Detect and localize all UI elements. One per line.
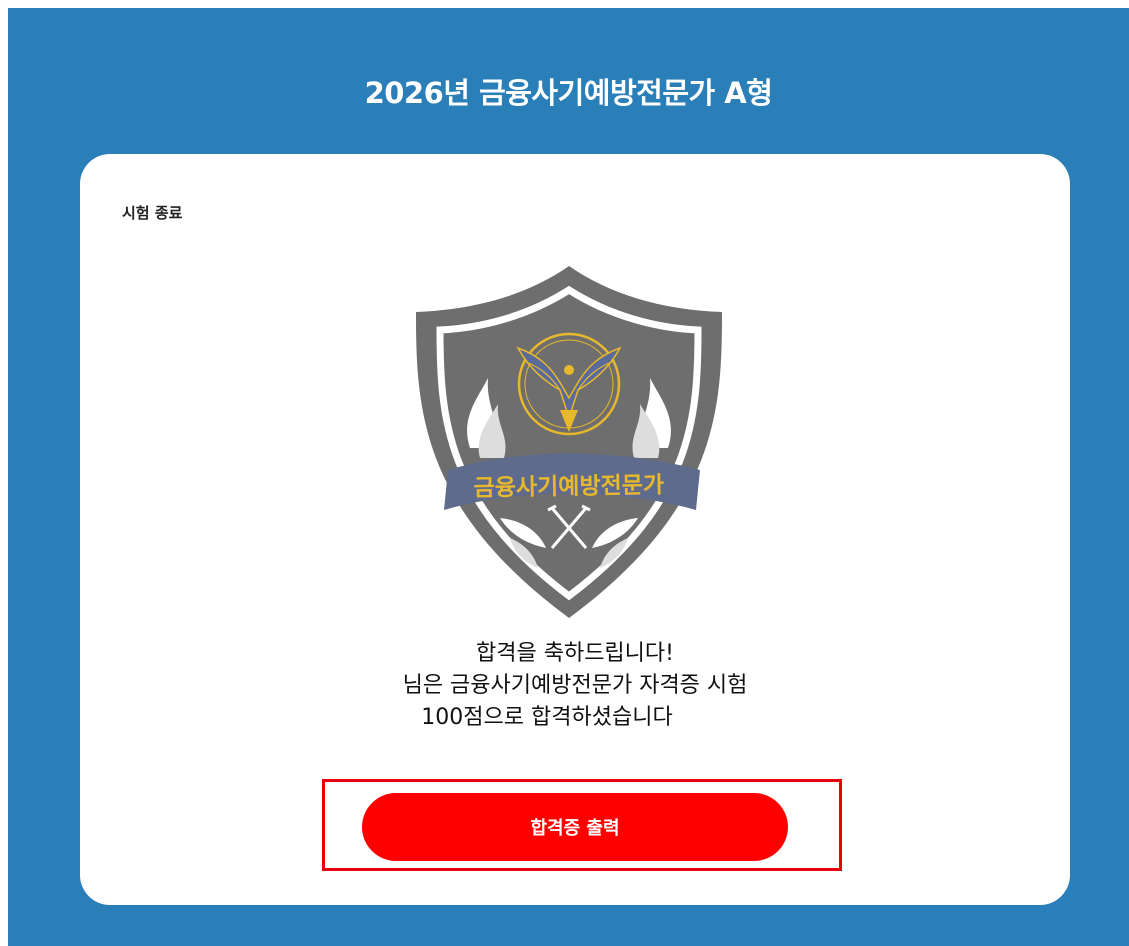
congrats-score-line: 100점으로 합격하셨습니다 (421, 705, 673, 730)
print-certificate-button[interactable]: 합격증 출력 (362, 793, 788, 861)
certificate-emblem: 금융사기예방전문가 (416, 266, 722, 618)
page-background: 2026년 금융사기예방전문가 A형 시험 종료 금융사기예방전문가 합격을 축… (8, 8, 1129, 946)
congrats-detail-line: 님은 금융사기예방전문가 자격증 시험 (402, 673, 748, 698)
emblem-banner-text: 금융사기예방전문가 (473, 472, 664, 501)
page-title: 2026년 금융사기예방전문가 A형 (364, 76, 773, 110)
exam-status-label: 시험 종료 (122, 204, 183, 222)
result-card: 시험 종료 금융사기예방전문가 합격을 축하드립니다! 님은 금융사기예방전문가… (80, 154, 1070, 905)
congrats-heading: 합격을 축하드립니다! (476, 641, 674, 666)
